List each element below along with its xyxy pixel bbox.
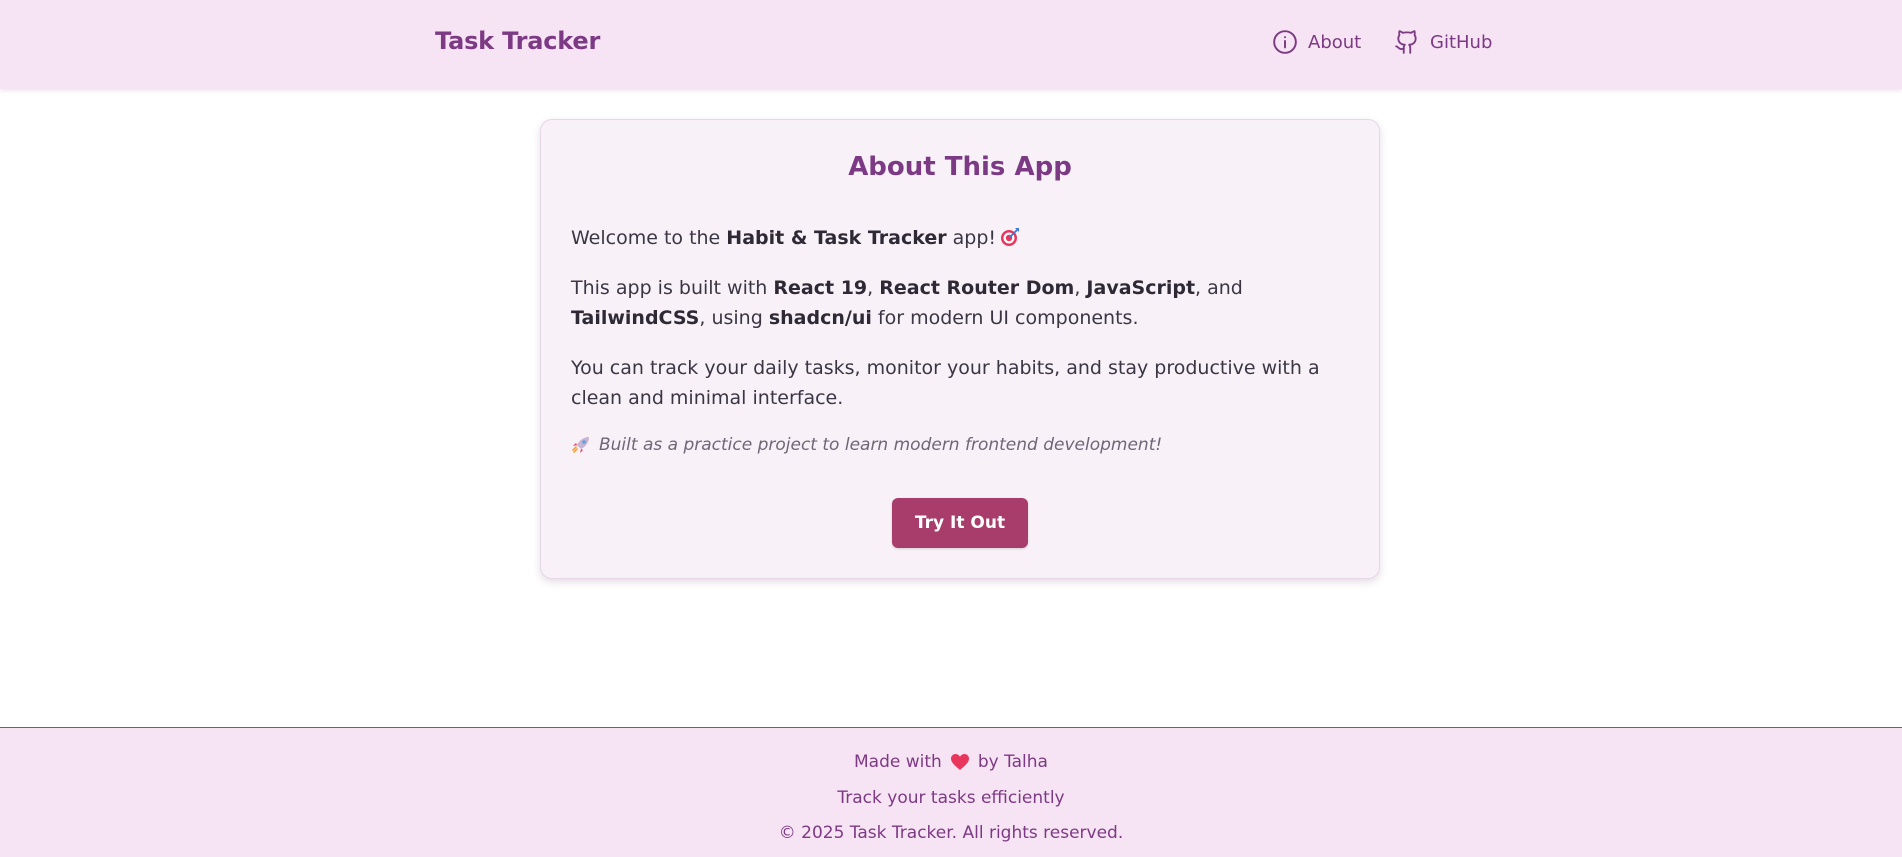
footer: Made with by Talha Track your tasks effi… bbox=[0, 727, 1902, 857]
tech-javascript: JavaScript bbox=[1086, 277, 1196, 299]
nav-about-label: About bbox=[1308, 31, 1362, 53]
tech-tailwind: TailwindCSS bbox=[571, 307, 700, 329]
welcome-text-end: app! bbox=[946, 227, 997, 249]
made-by-text: by Talha bbox=[977, 752, 1048, 772]
nav-about-link[interactable]: About bbox=[1272, 28, 1361, 56]
try-it-out-button[interactable]: Try It Out bbox=[892, 498, 1028, 548]
tech-text: , using bbox=[699, 307, 769, 329]
app-name-bold: Habit & Task Tracker bbox=[726, 227, 947, 249]
tech-stack-paragraph: This app is built with React 19, React R… bbox=[571, 273, 1351, 333]
tech-react: React 19 bbox=[773, 277, 868, 299]
footer-copyright: © 2025 Task Tracker. All rights reserved… bbox=[778, 823, 1124, 843]
tech-shadcn: shadcn/ui bbox=[768, 307, 872, 329]
tech-router: React Router Dom bbox=[879, 277, 1075, 299]
tech-text: for modern UI components. bbox=[871, 307, 1139, 329]
github-icon bbox=[1394, 29, 1420, 55]
heart-icon bbox=[950, 753, 970, 771]
welcome-paragraph: Welcome to the Habit & Task Tracker app! bbox=[571, 223, 1351, 253]
tech-text: , and bbox=[1195, 277, 1243, 299]
welcome-text: Welcome to the bbox=[571, 227, 727, 249]
nav-github-link[interactable]: GitHub bbox=[1394, 28, 1492, 56]
practice-note-text: Built as a practice project to learn mod… bbox=[599, 435, 1163, 455]
page-title: About This App bbox=[848, 152, 1072, 182]
footer-tagline: Track your tasks efficiently bbox=[837, 788, 1065, 808]
made-with-line: Made with by Talha bbox=[0, 752, 1902, 772]
rocket-icon bbox=[571, 435, 591, 455]
tech-text: , bbox=[1074, 277, 1087, 299]
target-icon bbox=[1000, 226, 1020, 246]
tech-text: , bbox=[867, 277, 880, 299]
brand-link[interactable]: Task Tracker bbox=[435, 27, 600, 55]
nav-github-label: GitHub bbox=[1430, 31, 1493, 53]
info-icon bbox=[1272, 29, 1298, 55]
top-navbar: Task Tracker About GitHub bbox=[0, 0, 1902, 89]
page: Task Tracker About GitHub About This App… bbox=[0, 0, 1902, 857]
practice-note: Built as a practice project to learn mod… bbox=[571, 435, 1351, 455]
tech-text: This app is built with bbox=[571, 277, 774, 299]
made-with-text: Made with bbox=[854, 752, 942, 772]
features-paragraph: You can track your daily tasks, monitor … bbox=[571, 357, 1320, 409]
